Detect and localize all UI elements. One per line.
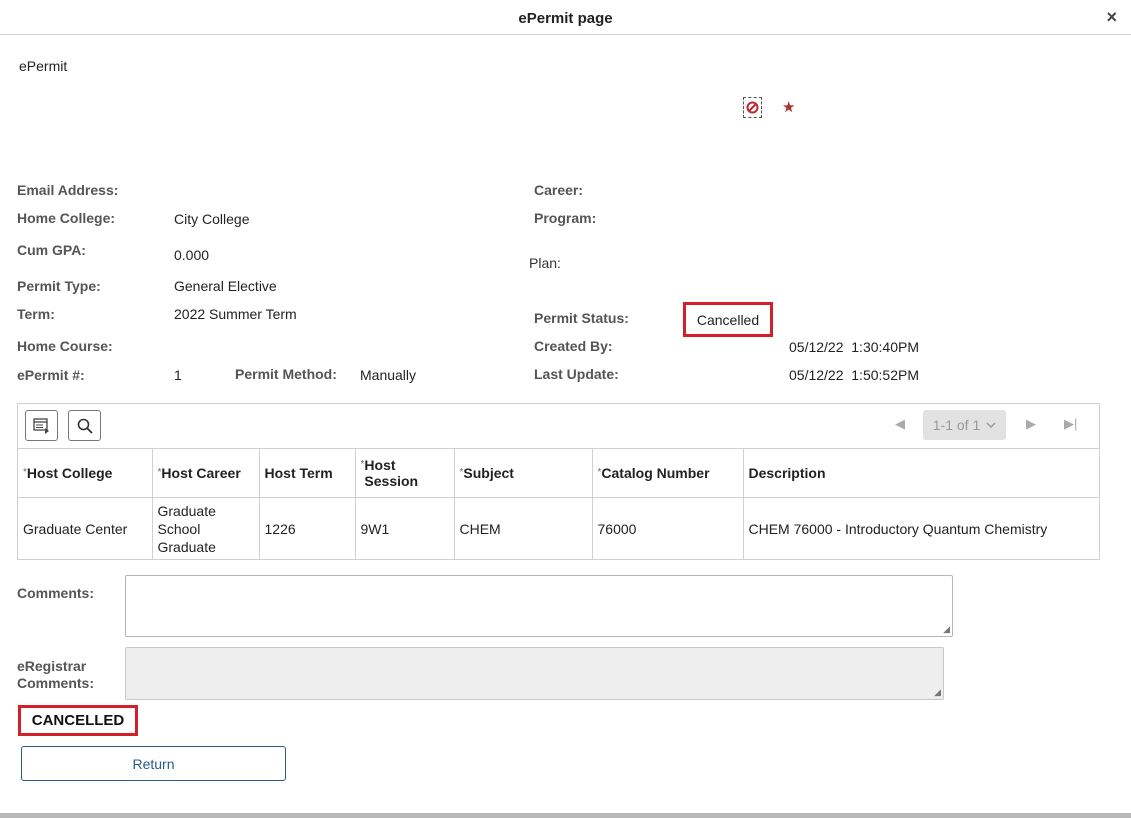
eregistrar-comments-textarea: ◢ (125, 647, 944, 700)
window-title: ePermit page (518, 10, 613, 27)
epermit-number-value: 1 (174, 367, 182, 383)
home-college-value: City College (174, 211, 250, 227)
plan-label: Plan: (529, 255, 561, 271)
permit-method-value: Manually (360, 367, 417, 383)
eregistrar-comments-label: eRegistrar Comments: (17, 658, 95, 691)
permit-type-label: Permit Type: (17, 278, 101, 294)
close-icon[interactable]: × (1106, 7, 1117, 28)
cum-gpa-label: Cum GPA: (17, 242, 86, 258)
email-label: Email Address: (17, 182, 119, 198)
grid-header-row: *Host College *Host Career Host Term *Ho… (18, 448, 1099, 498)
page-label: ePermit (19, 58, 68, 74)
created-by-label: Created By: (534, 338, 613, 354)
page-selector-value: 1-1 of 1 (932, 417, 981, 433)
column-header-host-college[interactable]: *Host College (18, 448, 153, 498)
search-icon (77, 418, 93, 434)
program-label: Program: (534, 210, 597, 226)
personalize-grid-button[interactable] (25, 410, 58, 441)
find-button[interactable] (68, 410, 101, 441)
permit-method-label: Permit Method: (235, 366, 337, 382)
no-entry-icon[interactable] (743, 97, 762, 118)
term-value: 2022 Summer Term (174, 306, 297, 322)
next-page-icon[interactable]: ▶ (1026, 416, 1036, 432)
permit-status-value: Cancelled (696, 311, 760, 328)
home-college-label: Home College: (17, 210, 116, 226)
grid-settings-icon (32, 417, 49, 434)
permit-status-label: Permit Status: (534, 310, 629, 326)
permit-type-value: General Elective (174, 278, 277, 294)
column-header-host-session[interactable]: *Host Session (355, 448, 455, 498)
cancelled-status-highlight: CANCELLED (18, 705, 138, 736)
bottom-border (0, 813, 1131, 818)
table-row: Graduate Center Graduate School Graduate… (18, 497, 1099, 560)
resize-grip-icon[interactable]: ◢ (943, 624, 950, 635)
column-header-host-career[interactable]: *Host Career (152, 448, 260, 498)
chevron-down-icon (986, 421, 996, 428)
cell-host-career: Graduate School Graduate (152, 497, 260, 560)
cell-host-college: Graduate Center (18, 497, 153, 560)
column-header-subject[interactable]: *Subject (454, 448, 593, 498)
cum-gpa-value: 0.000 (174, 247, 210, 263)
page-selector[interactable]: 1-1 of 1 (923, 410, 1006, 440)
comments-textarea[interactable]: ◢ (125, 575, 953, 637)
cell-subject: CHEM (454, 497, 593, 560)
comments-label: Comments: (17, 585, 95, 601)
column-header-host-term[interactable]: Host Term (259, 448, 356, 498)
cell-catalog-number: 76000 (592, 497, 744, 560)
epermit-number-label: ePermit #: (17, 367, 85, 383)
home-course-label: Home Course: (17, 338, 113, 354)
term-label: Term: (17, 306, 55, 322)
host-course-grid: ◀ 1-1 of 1 ▶ ▶| *Host College *Host Care… (17, 403, 1100, 560)
last-update-label: Last Update: (534, 366, 619, 382)
resize-grip-icon: ◢ (934, 687, 941, 697)
last-page-icon[interactable]: ▶| (1064, 416, 1077, 432)
permit-status-highlight: Cancelled (683, 302, 773, 337)
return-button[interactable]: Return (21, 746, 286, 781)
grid-table: *Host College *Host Career Host Term *Ho… (18, 448, 1099, 560)
star-icon: ★ (782, 99, 796, 116)
title-bar: ePermit page × (0, 0, 1131, 35)
status-banner: CANCELLED (31, 712, 125, 729)
previous-page-icon[interactable]: ◀ (895, 416, 905, 432)
cell-description: CHEM 76000 - Introductory Quantum Chemis… (743, 497, 1099, 560)
column-header-catalog-number[interactable]: *Catalog Number (592, 448, 744, 498)
cell-host-term: 1226 (259, 497, 356, 560)
career-label: Career: (534, 182, 584, 198)
created-by-value: 05/12/22 1:30:40PM (789, 339, 919, 355)
column-header-description[interactable]: Description (743, 448, 1099, 498)
last-update-value: 05/12/22 1:50:52PM (789, 367, 919, 383)
cell-host-session: 9W1 (355, 497, 455, 560)
